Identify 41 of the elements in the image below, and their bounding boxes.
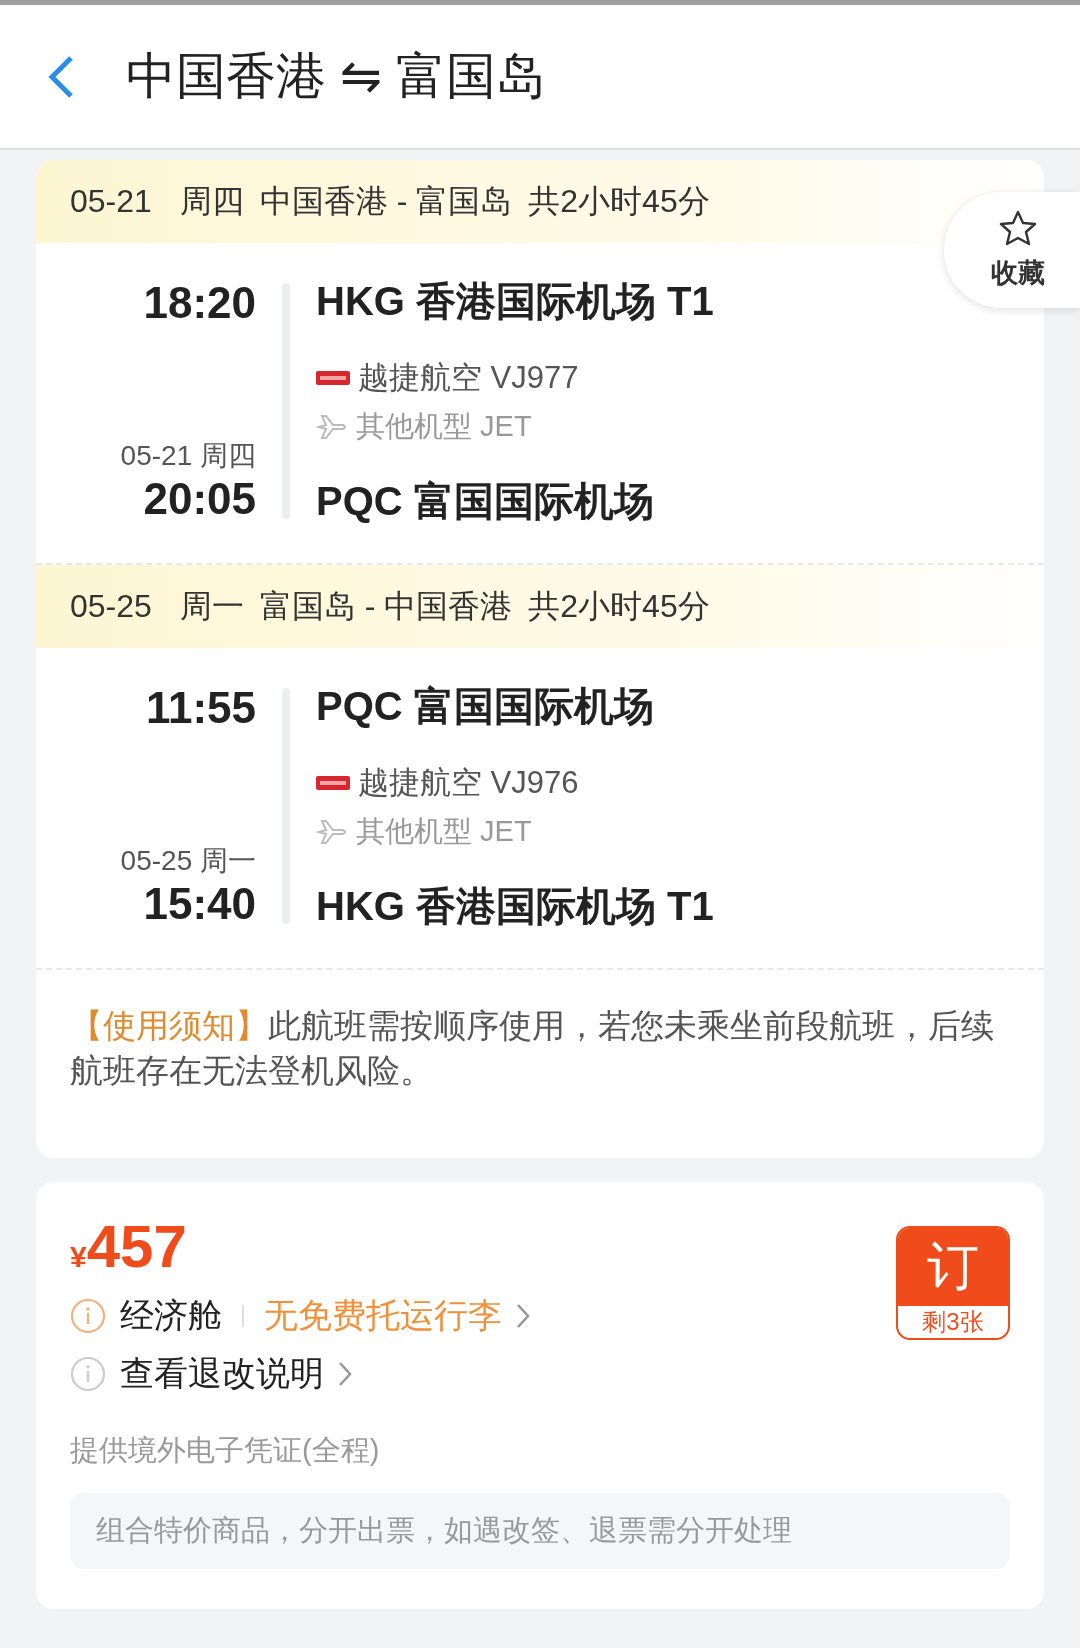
arrival-airport: HKG 香港国际机场 T1 — [316, 884, 714, 928]
segment-weekday: 周一 — [179, 586, 244, 626]
notice-text: 【使用须知】此航班需按顺序使用，若您未乘坐前段航班，后续航班存在无法登机风险。 — [69, 1007, 995, 1091]
aircraft-type: 其他机型 JET — [356, 409, 532, 444]
airline-flight: 越捷航空 VJ976 — [358, 764, 579, 802]
segment-duration: 共2小时45分 — [528, 586, 710, 626]
segment-date: 05-21 — [70, 183, 152, 220]
chevron-icon — [338, 1361, 352, 1387]
voucher-text: 提供境外电子凭证(全程) — [70, 1433, 381, 1468]
back-icon[interactable] — [48, 54, 74, 99]
departure-time: 18:20 — [143, 279, 256, 328]
segment-date: 05-25 — [70, 588, 152, 625]
segment-route: 中国香港 - 富国岛 — [259, 181, 513, 221]
arrival-date: 05-25 周一 — [120, 843, 256, 878]
combo-note: 组合特价商品，分开出票，如遇改签、退票需分开处理 — [70, 1493, 1010, 1569]
airline-logo-icon — [316, 371, 350, 385]
currency-symbol: ¥ — [70, 1240, 87, 1274]
chevron-icon — [516, 1303, 530, 1329]
cabin-class: 经济舱 — [120, 1295, 222, 1336]
arrival-time: 20:05 — [143, 474, 256, 523]
price-amount: 457 — [86, 1212, 187, 1281]
info-icon — [70, 1356, 106, 1392]
arrival-date: 05-21 周四 — [120, 438, 256, 473]
departure-airport: PQC 富国国际机场 — [316, 684, 654, 728]
page-title: 中国香港 ⇋ 富国岛 — [126, 47, 546, 106]
favorite-button[interactable]: 收藏 — [944, 192, 1080, 308]
arrival-airport: PQC 富国国际机场 — [316, 479, 654, 523]
refund-link[interactable]: 查看退改说明 — [120, 1351, 324, 1397]
book-button[interactable]: 订 剩3张 — [896, 1226, 1010, 1340]
segment-route: 富国岛 - 中国香港 — [259, 586, 513, 626]
segment-weekday: 周四 — [179, 181, 244, 221]
departure-airport: HKG 香港国际机场 T1 — [316, 279, 714, 323]
airline-logo-icon — [316, 776, 350, 790]
info-icon — [70, 1298, 106, 1334]
aircraft-type: 其他机型 JET — [356, 814, 532, 849]
segment-duration: 共2小时45分 — [528, 181, 710, 221]
airline-flight: 越捷航空 VJ977 — [358, 359, 579, 397]
departure-time: 11:55 — [145, 684, 256, 733]
arrival-time: 15:40 — [143, 879, 256, 928]
plane-icon — [316, 412, 348, 442]
plane-icon — [316, 817, 348, 847]
